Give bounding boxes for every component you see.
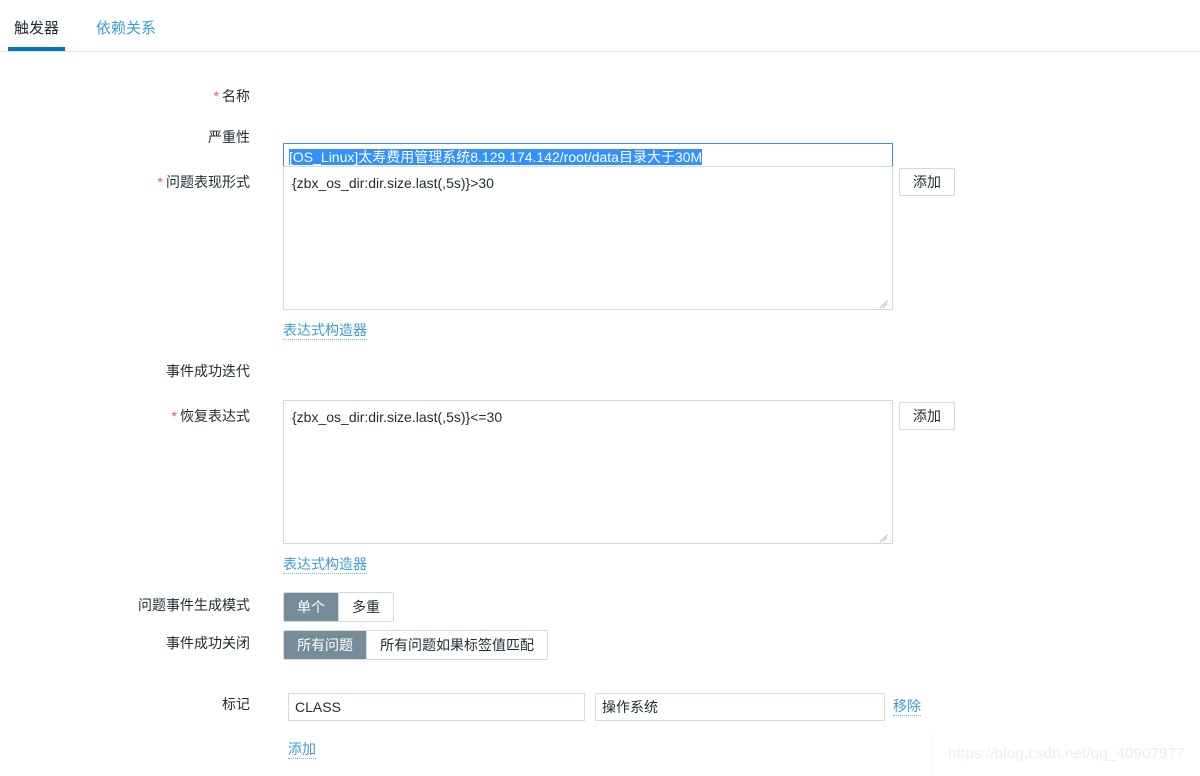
ok-event-closes-label-text: 事件成功关闭 <box>166 635 250 651</box>
recovery-expression-textarea[interactable] <box>283 400 893 544</box>
recovery-expression-label-text: 恢复表达式 <box>180 408 250 424</box>
ok-event-closes-option-tag-match[interactable]: 所有问题如果标签值匹配 <box>367 631 547 659</box>
ok-event-closes-group: 所有问题 所有问题如果标签值匹配 <box>283 630 548 660</box>
tags-label: 标记 <box>0 694 250 714</box>
tags-label-text: 标记 <box>222 696 250 712</box>
name-input-value: [OS_Linux]太寿费用管理系统8.129.174.142/root/dat… <box>289 149 703 165</box>
tab-dependencies[interactable]: 依赖关系 <box>90 14 162 51</box>
recovery-expression-constructor-link[interactable]: 表达式构造器 <box>283 555 367 574</box>
expression-label: * 问题表现形式 <box>0 172 250 192</box>
watermark-text: https://blog.csdn.net/qq_40907977 <box>948 745 1185 762</box>
expression-textarea[interactable] <box>283 166 893 310</box>
problem-generation-label-text: 问题事件生成模式 <box>138 597 250 613</box>
name-label: * 名称 <box>0 86 250 106</box>
problem-generation-label: 问题事件生成模式 <box>0 595 250 615</box>
tab-triggers[interactable]: 触发器 <box>8 14 66 51</box>
problem-generation-group: 单个 多重 <box>283 592 394 622</box>
ok-event-closes-option-all-problems[interactable]: 所有问题 <box>284 631 367 659</box>
tag-remove-link[interactable]: 移除 <box>893 697 921 716</box>
tag-value-input[interactable] <box>595 693 885 721</box>
severity-label-text: 严重性 <box>208 129 250 145</box>
watermark-divider <box>932 735 933 776</box>
expression-required-asterisk: * <box>157 174 163 190</box>
recovery-expression-required-asterisk: * <box>171 408 177 424</box>
ok-event-label-text: 事件成功迭代 <box>166 363 250 379</box>
severity-label: 严重性 <box>0 127 250 147</box>
expression-constructor-link[interactable]: 表达式构造器 <box>283 321 367 340</box>
tag-name-input[interactable] <box>288 693 585 721</box>
expression-label-text: 问题表现形式 <box>166 174 250 190</box>
ok-event-label: 事件成功迭代 <box>0 361 250 381</box>
tab-bar: 触发器 依赖关系 <box>0 14 1200 52</box>
problem-generation-option-single[interactable]: 单个 <box>284 593 339 621</box>
name-required-asterisk: * <box>213 88 219 104</box>
expression-add-button[interactable]: 添加 <box>899 168 955 196</box>
recovery-expression-add-button[interactable]: 添加 <box>899 402 955 430</box>
tag-add-link[interactable]: 添加 <box>288 740 316 759</box>
name-label-text: 名称 <box>222 88 250 104</box>
ok-event-closes-label: 事件成功关闭 <box>0 633 250 653</box>
recovery-expression-label: * 恢复表达式 <box>0 406 250 426</box>
problem-generation-option-multiple[interactable]: 多重 <box>339 593 393 621</box>
